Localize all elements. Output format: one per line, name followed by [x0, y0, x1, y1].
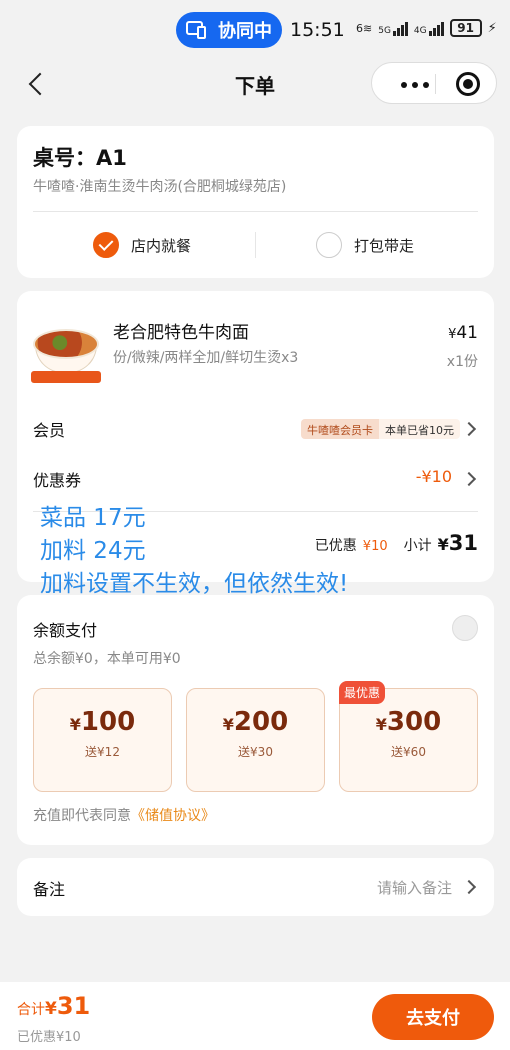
more-icon[interactable] — [392, 82, 438, 88]
agreement-text: 充值即代表同意《储值协议》 — [33, 808, 215, 824]
mini-program-capsule — [371, 62, 497, 104]
total-amount: 31 — [56, 992, 91, 1020]
wifi-icon: 6≋ — [356, 21, 373, 35]
chevron-right-icon[interactable] — [461, 471, 477, 487]
dish-name: 老合肥特色牛肉面 — [113, 323, 249, 343]
package-gift: 送¥60 — [391, 745, 426, 759]
remark-input[interactable]: 请输入备注 — [377, 877, 452, 898]
coupon-value[interactable]: -¥10 — [416, 467, 452, 486]
best-offer-badge: 最优惠 — [339, 681, 386, 704]
dish-quantity: x1份 — [446, 354, 478, 370]
member-card-row[interactable]: 牛喳喳会员卡 本单已省10元 — [301, 419, 460, 439]
takeaway-label: 打包带走 — [354, 236, 415, 255]
multi-device-icon — [186, 20, 210, 40]
checkout-bar: 合计 ¥ 31 已优惠¥10 去支付 — [0, 982, 510, 1050]
package-gift: 送¥12 — [85, 745, 120, 759]
package-amount: ¥200 — [222, 707, 289, 737]
subtotal-label: 小计 — [403, 538, 432, 554]
member-label: 会员 — [33, 421, 66, 440]
dine-in-option[interactable]: 店内就餐 — [93, 232, 191, 258]
balance-subtitle: 总余额¥0，本单可用¥0 — [33, 651, 181, 667]
annotation-line: 菜品 17元 — [40, 505, 146, 531]
coupon-label: 优惠券 — [33, 471, 82, 490]
balance-title: 余额支付 — [33, 621, 98, 640]
collaboration-pill[interactable]: 协同中 — [176, 12, 282, 48]
dish-image — [31, 325, 101, 383]
close-mini-program-icon[interactable] — [456, 72, 480, 96]
battery-icon: 91 — [449, 19, 482, 37]
subtotal-amount: ¥31 — [437, 531, 478, 555]
chevron-right-icon[interactable] — [461, 879, 477, 895]
balance-payment-card: 余额支付 总余额¥0，本单可用¥0 ¥100 送¥12 ¥200 送¥30 最优… — [17, 595, 494, 845]
dine-in-label: 店内就餐 — [131, 236, 192, 255]
package-gift: 送¥30 — [238, 745, 273, 759]
checked-radio-icon — [93, 232, 119, 258]
chevron-right-icon[interactable] — [461, 421, 477, 437]
capsule-divider — [435, 74, 436, 94]
recharge-package[interactable]: ¥100 送¥12 — [33, 688, 172, 792]
dish-price: ¥41 — [448, 323, 478, 343]
package-amount: ¥300 — [375, 707, 442, 737]
signal-5g-icon: 5G — [378, 20, 408, 36]
divider — [33, 211, 478, 212]
order-header-card: 桌号：A1 牛喳喳·淮南生烫牛肉汤(合肥桐城绿苑店) 店内就餐 打包带走 — [17, 126, 494, 278]
discount-amount: ¥10 — [362, 539, 388, 554]
saved-amount: 已优惠¥10 — [17, 1030, 81, 1045]
pay-button[interactable]: 去支付 — [372, 994, 494, 1040]
package-amount: ¥100 — [69, 707, 136, 737]
annotation-overlay: 菜品 17元 加料 24元 加料设置不生效，但依然生效! — [40, 502, 348, 601]
option-divider — [255, 232, 256, 258]
order-total: 合计 ¥ 31 — [17, 992, 91, 1020]
member-saving-tag: 本单已省10元 — [379, 419, 460, 439]
clock: 15:51 — [290, 19, 345, 41]
store-name: 牛喳喳·淮南生烫牛肉汤(合肥桐城绿苑店) — [33, 179, 287, 195]
collab-label: 协同中 — [218, 21, 272, 42]
signal-4g-icon: 4G — [414, 20, 444, 36]
navigation-bar: 下单 — [0, 60, 510, 108]
balance-radio[interactable] — [452, 615, 478, 641]
takeaway-option[interactable]: 打包带走 — [316, 232, 414, 258]
total-label: 合计 — [17, 1002, 45, 1018]
table-number: 桌号：A1 — [33, 146, 127, 170]
member-card-tag: 牛喳喳会员卡 — [301, 419, 379, 439]
remark-row[interactable]: 备注 请输入备注 — [17, 858, 494, 916]
system-icons: 6≋ 5G 4G 91 ⚡ — [356, 19, 497, 37]
unchecked-radio-icon — [316, 232, 342, 258]
annotation-line: 加料 24元 — [40, 538, 146, 564]
status-bar: 协同中 15:51 6≋ 5G 4G 91 ⚡ — [0, 0, 510, 60]
recharge-package[interactable]: 最优惠 ¥300 送¥60 — [339, 681, 478, 792]
recharge-package[interactable]: ¥200 送¥30 — [186, 688, 325, 792]
charging-icon: ⚡ — [487, 20, 497, 36]
remark-label: 备注 — [33, 880, 66, 899]
stored-value-agreement-link[interactable]: 《储值协议》 — [131, 808, 215, 824]
dish-spec: 份/微辣/两样全加/鲜切生烫x3 — [113, 350, 299, 366]
